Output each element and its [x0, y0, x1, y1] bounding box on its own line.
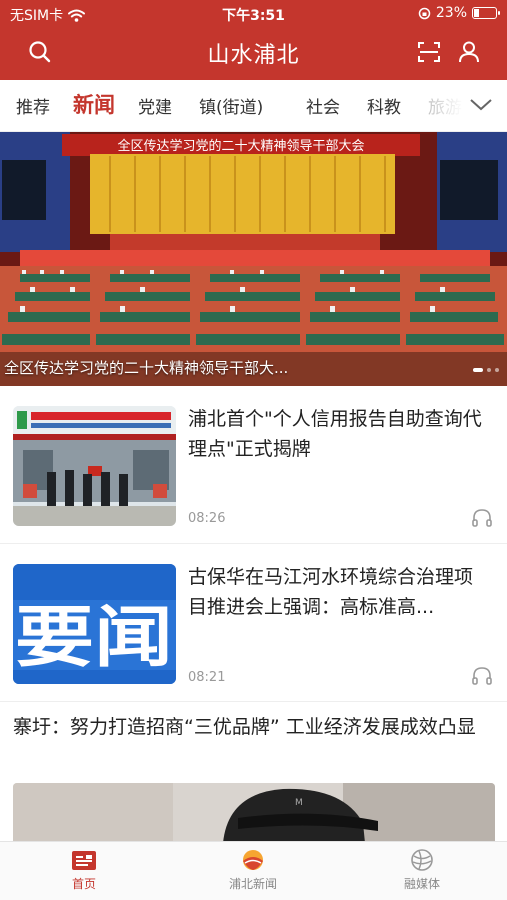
carousel-dot: [495, 368, 499, 372]
featured-title[interactable]: 寨圩：努力打造招商“三优品牌” 工业经济发展成效凸显: [13, 712, 497, 742]
app-header: 无SIM卡 下午3:51 23% 山水浦北: [0, 0, 507, 80]
battery-fill: [474, 9, 479, 17]
tab-science-edu[interactable]: 科教: [367, 93, 401, 118]
news-thumbnail: [13, 406, 176, 526]
carousel-dot: [473, 368, 483, 372]
sun-logo-icon: [243, 850, 263, 870]
scan-icon[interactable]: [415, 38, 443, 66]
tabs-fade: [423, 80, 463, 131]
svg-text:M: M: [295, 798, 303, 808]
battery-percent: 23%: [435, 5, 467, 21]
bottom-tab-label: 首页: [71, 877, 96, 891]
conference-hall-image: 全区传达学习党的二十大精神领导干部大会: [0, 132, 507, 386]
news-time: 08:26: [188, 511, 226, 526]
chevron-down-icon[interactable]: [465, 90, 497, 120]
carousel-indicator: [473, 368, 499, 372]
banner-carousel[interactable]: 全区传达学习党的二十大精神领导干部大会 全区传达学习党的二十大精神领导干部大..…: [0, 132, 507, 386]
news-title[interactable]: 浦北首个"个人信用报告自助查询代理点"正式揭牌: [188, 404, 488, 464]
tab-society[interactable]: 社会: [306, 93, 340, 118]
news-title[interactable]: 古保华在马江河水环境综合治理项目推进会上强调：高标准高...: [188, 562, 488, 622]
banner-caption: 全区传达学习党的二十大精神领导干部大...: [4, 359, 289, 377]
nav-bar: 山水浦北: [0, 30, 507, 76]
news-time: 08:21: [188, 670, 226, 685]
tab-party[interactable]: 党建: [138, 93, 172, 118]
carousel-dot: [487, 368, 491, 372]
bottom-tab-label: 浦北新闻: [228, 877, 277, 891]
headphones-icon[interactable]: [471, 507, 493, 529]
battery-icon: [472, 7, 500, 19]
featured-image[interactable]: M: [13, 783, 495, 843]
orientation-lock-icon: [418, 7, 431, 19]
globe-media-icon: [411, 849, 433, 871]
status-bar: 无SIM卡 下午3:51 23%: [0, 0, 507, 28]
tab-news[interactable]: 新闻: [73, 89, 115, 119]
home-news-icon: [72, 851, 96, 870]
status-right: 23%: [418, 5, 500, 21]
tab-towns[interactable]: 镇(街道): [199, 93, 263, 118]
stage-banner-text: 全区传达学习党的二十大精神领导干部大会: [117, 138, 364, 154]
bottom-tab-media[interactable]: 融媒体: [362, 848, 482, 892]
bottom-tab-label: 融媒体: [403, 877, 440, 891]
thumbnail-headline: 要闻: [15, 599, 173, 676]
bottom-tab-home[interactable]: 首页: [24, 848, 144, 892]
channel-tabs: 推荐 新闻 党建 镇(街道) 社会 科教 旅游: [0, 80, 507, 132]
headphones-icon[interactable]: [471, 665, 493, 687]
bottom-tab-bar: 首页 浦北新闻 融媒体: [0, 841, 507, 900]
news-thumbnail: 要闻: [13, 564, 176, 684]
user-icon[interactable]: [455, 38, 483, 66]
tab-recommend[interactable]: 推荐: [16, 93, 50, 118]
bottom-tab-pubei-news[interactable]: 浦北新闻: [193, 848, 313, 892]
news-item[interactable]: 浦北首个"个人信用报告自助查询代理点"正式揭牌 08:26: [0, 386, 507, 544]
news-item[interactable]: 要闻 古保华在马江河水环境综合治理项目推进会上强调：高标准高... 08:21: [0, 544, 507, 702]
